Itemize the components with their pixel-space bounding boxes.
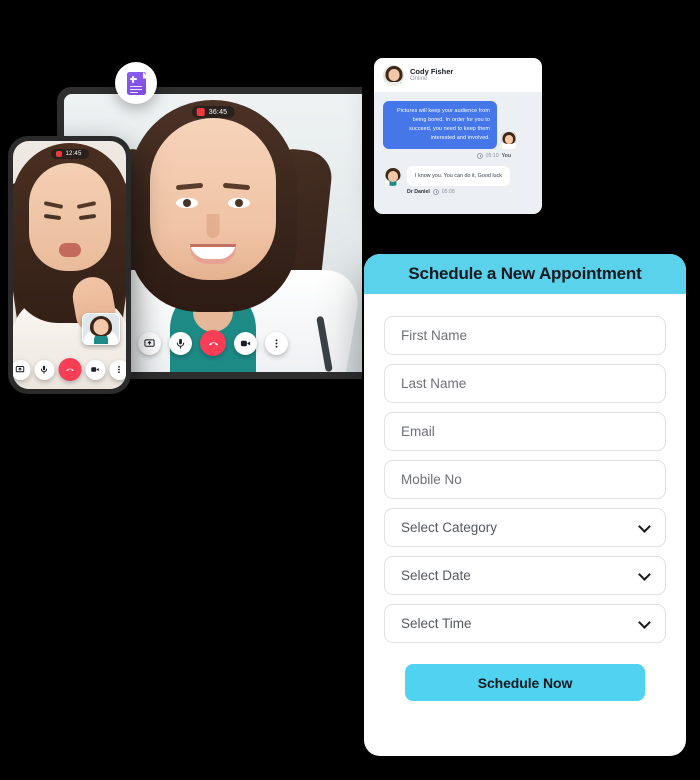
message-time: 05:10 (485, 152, 499, 159)
appointment-form-header: Schedule a New Appointment (364, 254, 686, 294)
medical-document-badge (115, 62, 157, 104)
call-timer: 36:45 (208, 108, 228, 116)
page-title: Schedule a New Appointment (408, 264, 642, 283)
select-date-dropdown[interactable]: Select Date (384, 556, 666, 595)
select-category-dropdown[interactable]: Select Category (384, 508, 666, 547)
email-placeholder: Email (401, 424, 435, 439)
more-options-button[interactable] (265, 331, 288, 355)
doctor-avatar (383, 166, 402, 186)
chevron-down-icon (638, 615, 651, 629)
call-controls-bar (138, 330, 288, 356)
phone-more-options-button[interactable] (109, 359, 126, 380)
contact-name: Cody Fisher (410, 66, 454, 76)
clock-icon (432, 188, 439, 195)
video-camera-icon (240, 340, 251, 346)
clock-icon (476, 152, 483, 159)
recording-indicator: 36:45 (191, 106, 235, 118)
phone-camera-button[interactable] (85, 359, 105, 380)
first-name-field[interactable]: First Name (384, 316, 666, 355)
end-call-icon (65, 368, 74, 372)
chevron-down-icon (638, 567, 651, 581)
chat-panel: Cody Fisher Online Pictures will keep yo… (374, 58, 542, 214)
more-options-icon (118, 365, 120, 374)
schedule-now-button[interactable]: Schedule Now (405, 664, 645, 701)
message-meta-outgoing: 05:10 You (383, 152, 511, 159)
mobile-no-field[interactable]: Mobile No (384, 460, 666, 499)
email-field[interactable]: Email (384, 412, 666, 451)
last-name-placeholder: Last Name (401, 376, 467, 391)
self-view-thumbnail[interactable] (82, 313, 120, 345)
phone-recording-indicator: 12:45 (50, 149, 89, 159)
select-date-value: Select Date (401, 568, 471, 583)
end-call-button[interactable] (200, 330, 226, 356)
sender-avatar (501, 131, 516, 149)
phone-call-screen: 12:45 (13, 141, 126, 389)
select-time-value: Select Time (401, 616, 472, 631)
microphone-button[interactable] (169, 331, 192, 355)
message-row-outgoing: Pictures will keep your audience from be… (383, 101, 533, 149)
contact-status: Online (410, 76, 428, 83)
chat-header: Cody Fisher Online (374, 58, 542, 92)
submit-row: Schedule Now (384, 652, 666, 701)
message-sender: Dr Daniel (407, 188, 430, 195)
microphone-icon (40, 365, 48, 374)
message-bubble-outgoing: Pictures will keep your audience from be… (383, 101, 497, 149)
last-name-field[interactable]: Last Name (384, 364, 666, 403)
screen-share-icon (15, 366, 25, 373)
message-row-incoming: I know you. You can do it, Good luck (383, 165, 533, 186)
more-options-icon (275, 338, 278, 348)
composition-stage: 36:45 12:45 Cody Fisher Online Pictures … (0, 0, 700, 780)
phone-screen-share-button[interactable] (13, 359, 30, 380)
video-camera-icon (91, 367, 99, 372)
mobile-no-placeholder: Mobile No (401, 472, 462, 487)
message-time: 05:08 (441, 188, 455, 195)
appointment-form-card: Schedule a New Appointment First Name La… (364, 254, 686, 756)
medical-document-icon (126, 71, 146, 95)
screen-share-button[interactable] (138, 331, 161, 355)
microphone-icon (176, 338, 185, 349)
online-status-dot (399, 81, 404, 86)
message-bubble-incoming: I know you. You can do it, Good luck (407, 165, 510, 186)
select-category-value: Select Category (401, 520, 498, 535)
appointment-form-body: First Name Last Name Email Mobile No Sel… (364, 294, 686, 701)
phone-microphone-button[interactable] (34, 359, 54, 380)
phone-end-call-button[interactable] (58, 358, 81, 381)
select-time-dropdown[interactable]: Select Time (384, 604, 666, 643)
first-name-placeholder: First Name (401, 328, 468, 343)
phone-mockup: 12:45 (8, 136, 131, 394)
contact-avatar (383, 65, 404, 86)
end-call-icon (208, 341, 218, 346)
record-dot-icon (55, 151, 62, 157)
chevron-down-icon (638, 519, 651, 533)
screen-share-icon (144, 338, 155, 347)
phone-call-timer: 12:45 (65, 151, 82, 157)
camera-button[interactable] (234, 331, 257, 355)
phone-call-controls-bar (13, 358, 126, 381)
message-sender: You (501, 152, 511, 159)
chat-message-list[interactable]: Pictures will keep your audience from be… (374, 92, 542, 214)
message-meta-incoming: Dr Daniel 05:08 (407, 188, 533, 195)
record-dot-icon (196, 108, 205, 116)
